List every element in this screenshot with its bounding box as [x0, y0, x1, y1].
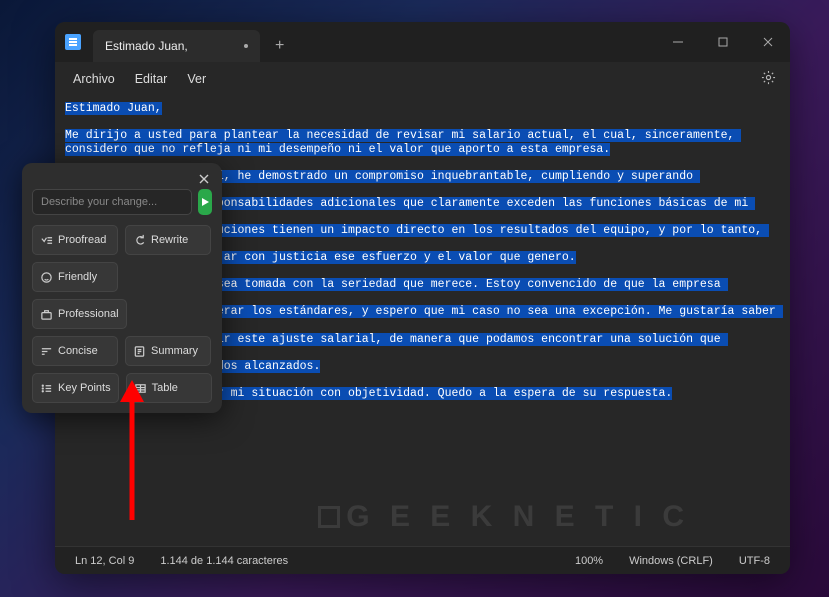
friendly-icon	[40, 271, 53, 284]
new-tab-button[interactable]: +	[266, 32, 294, 60]
proofread-button[interactable]: Proofread	[32, 225, 118, 255]
professional-button[interactable]: Professional	[32, 299, 127, 329]
list-icon	[40, 382, 53, 395]
minimize-icon	[673, 37, 683, 47]
button-label: Key Points	[58, 382, 111, 394]
minimize-button[interactable]	[655, 22, 700, 62]
close-window-button[interactable]	[745, 22, 790, 62]
unsaved-indicator-icon	[244, 44, 248, 48]
proofread-icon	[40, 234, 53, 247]
describe-change-input[interactable]	[32, 189, 192, 215]
table-button[interactable]: Table	[126, 373, 212, 403]
selected-text: Me dirijo a usted para plantear la neces…	[65, 129, 741, 156]
summary-button[interactable]: Summary	[125, 336, 211, 366]
summary-icon	[133, 345, 146, 358]
titlebar: Estimado Juan, +	[55, 22, 790, 62]
rewrite-button[interactable]: Rewrite	[125, 225, 211, 255]
close-icon	[763, 37, 773, 47]
concise-icon	[40, 345, 53, 358]
line-ending[interactable]: Windows (CRLF)	[621, 553, 721, 569]
friendly-button[interactable]: Friendly	[32, 262, 118, 292]
menu-file[interactable]: Archivo	[63, 68, 125, 90]
submit-change-button[interactable]	[198, 189, 212, 215]
document-tab[interactable]: Estimado Juan,	[93, 30, 260, 62]
encoding[interactable]: UTF-8	[731, 553, 778, 569]
maximize-button[interactable]	[700, 22, 745, 62]
button-label: Table	[152, 382, 178, 394]
button-label: Proofread	[58, 234, 106, 246]
maximize-icon	[718, 37, 728, 47]
keypoints-button[interactable]: Key Points	[32, 373, 119, 403]
button-label: Rewrite	[151, 234, 188, 246]
button-label: Summary	[151, 345, 198, 357]
char-count: 1.144 de 1.144 caracteres	[152, 553, 296, 569]
menu-edit[interactable]: Editar	[125, 68, 178, 90]
tab-title: Estimado Juan,	[105, 39, 188, 53]
popup-close-button[interactable]	[194, 169, 214, 189]
menu-view[interactable]: Ver	[177, 68, 216, 90]
rewrite-icon	[133, 234, 146, 247]
table-icon	[134, 382, 147, 395]
play-icon	[200, 197, 210, 207]
notepad-app-icon	[65, 34, 81, 50]
menubar: Archivo Editar Ver	[55, 62, 790, 96]
close-icon	[199, 174, 209, 184]
concise-button[interactable]: Concise	[32, 336, 118, 366]
button-label: Friendly	[58, 271, 97, 283]
selected-text: Estimado Juan,	[65, 102, 162, 115]
statusbar: Ln 12, Col 9 1.144 de 1.144 caracteres 1…	[55, 546, 790, 574]
gear-icon	[761, 70, 776, 85]
cursor-position: Ln 12, Col 9	[67, 553, 142, 569]
button-label: Concise	[58, 345, 98, 357]
selected-text: dos alcanzados.	[217, 360, 321, 373]
briefcase-icon	[40, 308, 53, 321]
plus-icon: +	[275, 37, 284, 55]
ai-rewrite-popup: Proofread Rewrite Friendly Professional …	[22, 163, 222, 413]
settings-button[interactable]	[755, 64, 782, 94]
button-label: Professional	[58, 308, 119, 320]
selected-text: r mi situación con objetividad. Quedo a …	[217, 387, 672, 400]
zoom-level[interactable]: 100%	[567, 553, 611, 569]
selected-text: jar con justicia ese esfuerzo y el valor…	[217, 251, 576, 264]
